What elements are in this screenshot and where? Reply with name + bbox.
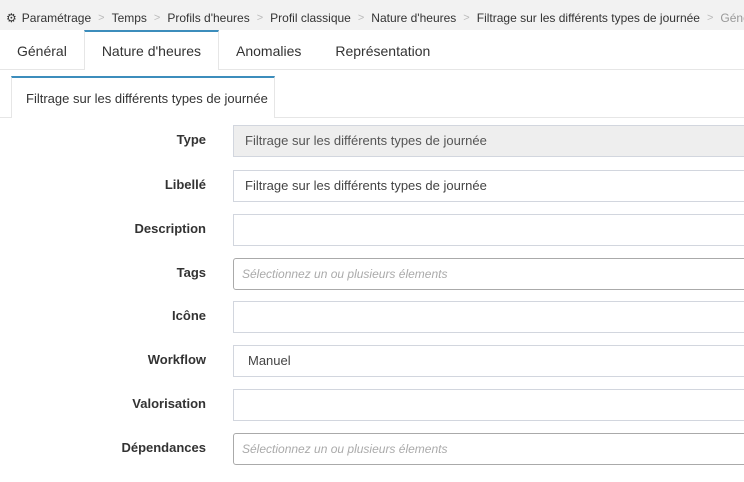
sub-tabs: Filtrage sur les différents types de jou… [0,76,744,118]
dependances-placeholder: Sélectionnez un ou plusieurs élements [242,442,448,456]
form-row-tags: Tags Sélectionnez un ou plusieurs élemen… [0,258,744,290]
main-tabs: Général Nature d'heures Anomalies Représ… [0,30,744,70]
subtab-filtrage[interactable]: Filtrage sur les différents types de jou… [11,76,275,118]
breadcrumb-separator: > [256,11,264,24]
description-input[interactable] [233,214,744,246]
workflow-label: Workflow [147,352,206,367]
breadcrumb-item-filtrage[interactable]: Filtrage sur les différents types de jou… [477,11,700,25]
breadcrumb-separator: > [98,11,105,24]
breadcrumb-item-profils-heures[interactable]: Profils d'heures [167,11,249,25]
form-row-dependances: Dépendances Sélectionnez un ou plusieurs… [0,433,744,465]
tags-select[interactable]: Sélectionnez un ou plusieurs élements [233,258,744,290]
breadcrumb-separator: > [357,11,365,24]
gear-icon: ⚙ [6,10,17,25]
form-row-workflow: Workflow Manuel [0,345,744,377]
form-row-type: Type Filtrage sur les différents types d… [0,125,744,157]
tab-general[interactable]: Général [0,30,84,68]
libelle-input[interactable]: Filtrage sur les différents types de jou… [233,170,744,202]
form-row-valorisation: Valorisation [0,389,744,421]
valorisation-input[interactable] [233,389,744,421]
tags-placeholder: Sélectionnez un ou plusieurs élements [242,267,448,281]
breadcrumb-item-general: Général [720,10,744,25]
breadcrumb-item-profil-classique[interactable]: Profil classique [270,11,351,25]
tab-anomalies[interactable]: Anomalies [219,30,318,68]
valorisation-label: Valorisation [132,396,206,411]
libelle-label: Libellé [164,177,206,192]
breadcrumb-item-nature-heures[interactable]: Nature d'heures [371,11,456,25]
type-field: Filtrage sur les différents types de jou… [233,125,744,157]
description-label: Description [134,221,206,236]
icone-label: Icône [172,308,206,323]
breadcrumb-item-temps[interactable]: Temps [112,11,147,25]
breadcrumb-item-parametrage[interactable]: Paramétrage [22,11,91,25]
tab-nature-heures[interactable]: Nature d'heures [83,30,219,70]
tab-representation[interactable]: Représentation [318,30,447,68]
icone-input[interactable] [233,301,744,333]
breadcrumb-separator: > [153,11,161,24]
form-row-libelle: Libellé Filtrage sur les différents type… [0,170,744,202]
form-row-description: Description [0,214,744,246]
breadcrumb-separator: > [463,11,470,24]
workflow-select[interactable]: Manuel [233,345,744,377]
breadcrumb-separator: > [706,11,714,24]
type-label: Type [176,132,206,147]
form-row-icone: Icône [0,301,744,333]
tags-label: Tags [176,265,206,280]
dependances-select[interactable]: Sélectionnez un ou plusieurs élements [233,433,744,465]
dependances-label: Dépendances [121,440,206,455]
